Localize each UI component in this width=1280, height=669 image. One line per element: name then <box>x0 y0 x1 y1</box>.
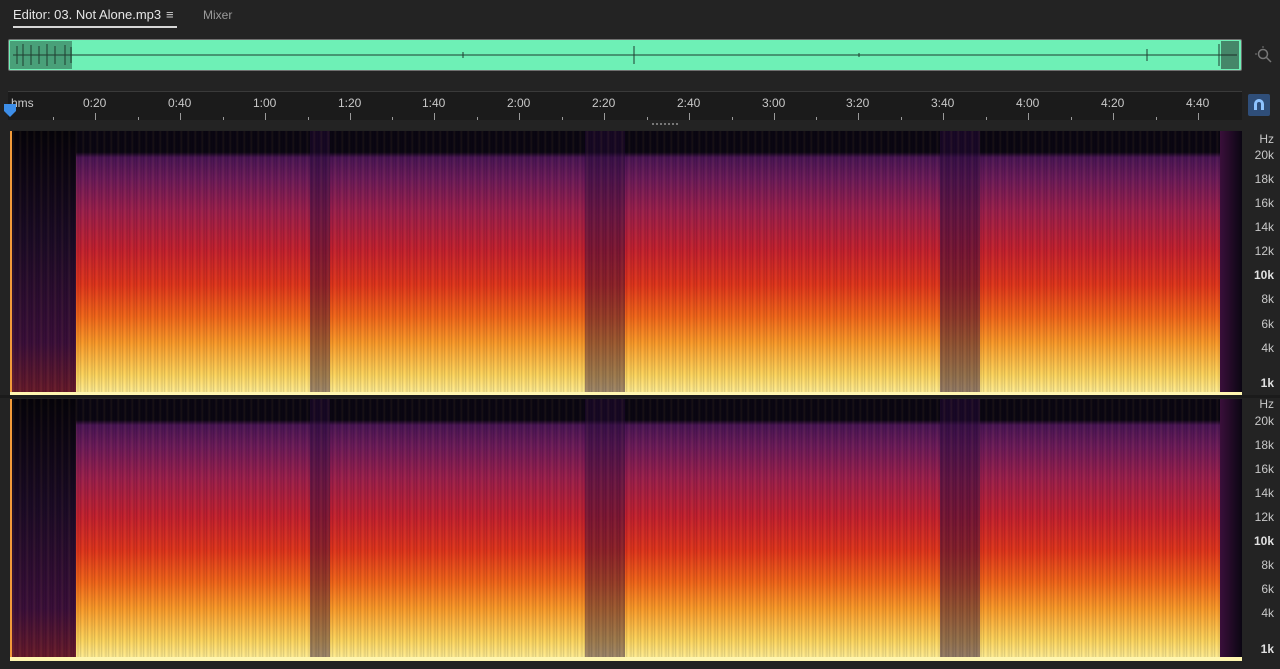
panel-tab-bar: Editor: 03. Not Alone.mp3 ≡ Mixer <box>0 0 1280 34</box>
hz-label: 6k <box>1261 317 1274 331</box>
ruler-tick <box>689 113 690 120</box>
ruler-minor-tick <box>223 117 224 120</box>
time-mark: 3:00 <box>762 96 786 110</box>
ruler-tick <box>858 113 859 120</box>
ruler-minor-tick <box>816 117 817 120</box>
ruler-minor-tick <box>392 117 393 120</box>
hamburger-icon[interactable]: ≡ <box>166 7 174 22</box>
ruler-minor-tick <box>901 117 902 120</box>
hz-label: 12k <box>1254 244 1274 258</box>
ruler-minor-tick <box>308 117 309 120</box>
outro-fade-region <box>1220 399 1242 661</box>
hz-label: 6k <box>1261 582 1274 596</box>
hz-label: 1k <box>1260 642 1274 656</box>
time-mark: 1:40 <box>422 96 446 110</box>
hz-label: 14k <box>1254 486 1274 500</box>
time-ruler[interactable]: hms 0:20 0:40 1:00 1:20 1:40 2:00 2:20 2… <box>8 91 1242 120</box>
spectral-texture <box>10 131 1242 396</box>
ruler-tick <box>604 113 605 120</box>
hz-label: 1k <box>1260 376 1274 390</box>
hz-label: 4k <box>1261 341 1274 355</box>
time-mark: 0:20 <box>83 96 107 110</box>
panel-resize-grip[interactable] <box>652 122 680 126</box>
hz-unit-label: Hz <box>1259 397 1274 411</box>
time-mark: 0:40 <box>168 96 192 110</box>
ruler-minor-tick <box>647 117 648 120</box>
hz-label: 10k <box>1253 268 1274 282</box>
hz-label: 20k <box>1254 148 1274 162</box>
ruler-tick <box>1198 113 1199 120</box>
ruler-tick <box>519 113 520 120</box>
hz-label: 18k <box>1254 438 1274 452</box>
snap-toggle-button[interactable] <box>1248 94 1270 116</box>
time-mark: 2:00 <box>507 96 531 110</box>
playhead-marker-icon[interactable] <box>4 104 16 118</box>
low-frequency-band <box>10 657 1242 661</box>
hz-label: 8k <box>1261 292 1274 306</box>
active-tab-indicator <box>13 26 177 28</box>
ruler-tick <box>434 113 435 120</box>
channel-separator[interactable] <box>0 395 1280 398</box>
hz-label: 18k <box>1254 172 1274 186</box>
tab-mixer[interactable]: Mixer <box>203 8 232 22</box>
ruler-tick <box>1113 113 1114 120</box>
tab-editor[interactable]: Editor: 03. Not Alone.mp3 <box>13 7 161 22</box>
time-mark: 3:40 <box>931 96 955 110</box>
frequency-axis-right: Hz 20k 18k 16k 14k 12k 10k 8k 6k 4k 1k <box>1244 397 1280 661</box>
time-mark: 4:40 <box>1186 96 1210 110</box>
ruler-tick <box>95 113 96 120</box>
hz-label: 16k <box>1254 462 1274 476</box>
playhead-line <box>10 399 12 661</box>
hz-label: 12k <box>1254 510 1274 524</box>
ruler-tick <box>1028 113 1029 120</box>
hz-label: 14k <box>1254 220 1274 234</box>
time-mark: 3:20 <box>846 96 870 110</box>
time-mark: 4:00 <box>1016 96 1040 110</box>
ruler-minor-tick <box>138 117 139 120</box>
time-mark: 2:40 <box>677 96 701 110</box>
outro-fade-region <box>1220 131 1242 396</box>
ruler-tick <box>180 113 181 120</box>
ruler-minor-tick <box>562 117 563 120</box>
ruler-minor-tick <box>1156 117 1157 120</box>
ruler-minor-tick <box>53 117 54 120</box>
ruler-minor-tick <box>732 117 733 120</box>
hz-label: 4k <box>1261 606 1274 620</box>
ruler-minor-tick <box>1071 117 1072 120</box>
spectral-texture <box>10 399 1242 661</box>
hz-label: 20k <box>1254 414 1274 428</box>
time-mark: 2:20 <box>592 96 616 110</box>
time-mark: 1:20 <box>338 96 362 110</box>
hz-label: 8k <box>1261 558 1274 572</box>
time-mark: 1:00 <box>253 96 277 110</box>
ruler-minor-tick <box>986 117 987 120</box>
ruler-tick <box>774 113 775 120</box>
time-mark: 4:20 <box>1101 96 1125 110</box>
hz-unit-label: Hz <box>1259 132 1274 146</box>
ruler-tick <box>350 113 351 120</box>
magnet-icon <box>1254 99 1264 110</box>
ruler-minor-tick <box>477 117 478 120</box>
frequency-axis-left: Hz 20k 18k 16k 14k 12k 10k 8k 6k 4k 1k <box>1244 131 1280 396</box>
spectrogram-channel-right[interactable] <box>10 399 1242 661</box>
playhead-line <box>10 131 12 396</box>
spectrogram-channel-left[interactable] <box>10 131 1242 396</box>
waveform-overview[interactable] <box>8 39 1242 71</box>
zoom-to-selection-icon[interactable] <box>1255 46 1273 64</box>
overview-waveform-svg <box>10 41 1239 69</box>
ruler-tick <box>265 113 266 120</box>
ruler-tick <box>943 113 944 120</box>
hz-label: 16k <box>1254 196 1274 210</box>
hz-label: 10k <box>1253 534 1274 548</box>
